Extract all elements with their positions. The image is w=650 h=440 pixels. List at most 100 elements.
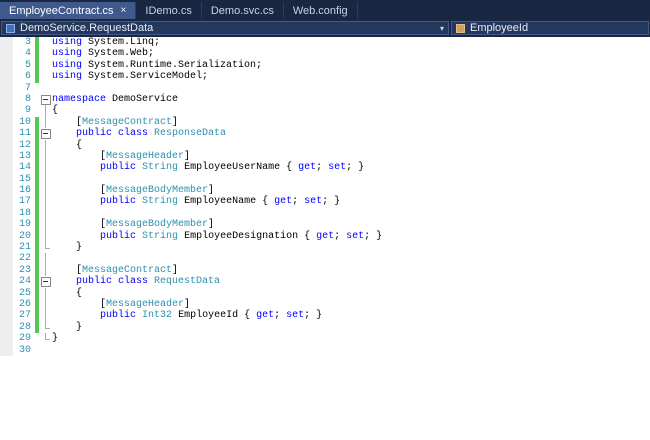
glyph-margin[interactable] (0, 185, 13, 197)
code-text[interactable]: using System.Linq; (52, 37, 650, 48)
glyph-margin[interactable] (0, 82, 13, 94)
glyph-margin[interactable] (0, 48, 13, 60)
code-text[interactable]: [MessageBodyMember] (52, 185, 650, 196)
code-text[interactable] (52, 174, 650, 185)
code-text[interactable]: [MessageHeader] (52, 151, 650, 162)
code-text[interactable]: public Int32 EmployeeId { get; set; } (52, 310, 650, 321)
code-text[interactable]: [MessageBodyMember] (52, 219, 650, 230)
code-text[interactable] (52, 253, 650, 264)
glyph-margin[interactable] (0, 59, 13, 72)
outlining-margin (39, 48, 52, 59)
tab-employeecontract-cs[interactable]: EmployeeContract.cs × (0, 2, 137, 19)
code-line: 17 public String EmployeeName { get; set… (0, 196, 650, 209)
glyph-margin[interactable] (0, 344, 13, 356)
code-text[interactable]: [MessageContract] (52, 117, 650, 128)
glyph-margin[interactable] (0, 207, 13, 220)
glyph-margin[interactable] (0, 298, 13, 311)
glyph-margin[interactable] (0, 105, 13, 117)
tab-web-config[interactable]: Web.config (284, 2, 358, 19)
outlining-margin (39, 116, 52, 129)
property-icon (456, 23, 465, 33)
glyph-margin[interactable] (0, 287, 13, 299)
code-text[interactable] (52, 83, 650, 94)
glyph-margin[interactable] (0, 71, 13, 83)
code-text[interactable] (52, 345, 650, 356)
outlining-margin (39, 230, 52, 243)
glyph-margin[interactable] (0, 242, 13, 254)
glyph-margin[interactable] (0, 37, 13, 49)
chevron-down-icon[interactable]: ▾ (434, 24, 444, 33)
glyph-margin[interactable] (0, 196, 13, 208)
code-text[interactable]: [MessageContract] (52, 265, 650, 276)
outlining-margin (39, 60, 52, 71)
code-line: 21 } (0, 242, 650, 254)
code-line: 30 (0, 344, 650, 356)
code-text[interactable]: public String EmployeeUserName { get; se… (52, 162, 650, 173)
outlining-margin (39, 253, 52, 266)
outlining-margin (39, 105, 52, 118)
code-text[interactable]: using System.ServiceModel; (52, 71, 650, 82)
glyph-margin[interactable] (0, 219, 13, 231)
code-line: 29} (0, 333, 650, 345)
code-editor[interactable]: 3 using System.Linq; 4 using System.Web; 5 us… (0, 37, 650, 440)
code-text[interactable]: using System.Runtime.Serialization; (52, 60, 650, 71)
code-text[interactable]: } (52, 242, 650, 253)
glyph-margin[interactable] (0, 276, 13, 288)
tab-label: Demo.svc.cs (210, 4, 274, 17)
outlining-margin (39, 242, 52, 253)
glyph-margin[interactable] (0, 173, 13, 186)
line-number: 29 (18, 333, 31, 345)
member-dropdown[interactable]: EmployeeId (451, 21, 649, 35)
outlining-margin (39, 310, 52, 323)
collapse-toggle-icon[interactable] (39, 94, 52, 106)
tab-close-icon[interactable]: × (121, 5, 127, 16)
outlining-margin (39, 173, 52, 186)
type-dropdown[interactable]: DemoService.RequestData ▾ (1, 21, 449, 35)
line-number: 5 (24, 59, 31, 71)
code-line: 15 (0, 173, 650, 186)
collapse-toggle-icon[interactable] (39, 276, 52, 288)
glyph-margin[interactable] (0, 230, 13, 243)
glyph-margin[interactable] (0, 93, 13, 106)
glyph-margin[interactable] (0, 116, 13, 129)
line-number: 6 (24, 71, 31, 83)
glyph-margin[interactable] (0, 333, 13, 345)
collapse-toggle-icon[interactable] (39, 128, 52, 140)
line-number: 30 (18, 344, 31, 356)
code-line: 10 [MessageContract] (0, 116, 650, 129)
outlining-margin (39, 207, 52, 220)
code-text[interactable]: public String EmployeeDesignation { get;… (52, 231, 650, 242)
glyph-margin[interactable] (0, 253, 13, 265)
tab-demo-svc-cs[interactable]: Demo.svc.cs (202, 2, 284, 19)
glyph-margin[interactable] (0, 139, 13, 151)
outlining-margin (39, 37, 52, 48)
code-text[interactable]: public class ResponseData (52, 128, 650, 139)
line-number: 26 (18, 298, 31, 310)
code-text[interactable]: public class RequestData (52, 276, 650, 287)
glyph-margin[interactable] (0, 162, 13, 174)
code-text[interactable]: namespace DemoService (52, 94, 650, 105)
code-text[interactable]: } (52, 322, 650, 333)
code-line: 5 using System.Runtime.Serialization; (0, 59, 650, 72)
code-text[interactable]: public String EmployeeName { get; set; } (52, 196, 650, 207)
code-text[interactable]: } (52, 333, 650, 344)
glyph-margin[interactable] (0, 128, 13, 140)
line-number: 14 (18, 162, 31, 174)
code-text[interactable]: [MessageHeader] (52, 299, 650, 310)
glyph-margin[interactable] (0, 264, 13, 277)
glyph-margin[interactable] (0, 150, 13, 163)
line-number: 27 (18, 310, 31, 322)
code-text[interactable]: using System.Web; (52, 48, 650, 59)
tab-idemo-cs[interactable]: IDemo.cs (136, 2, 202, 19)
code-line: 9{ (0, 105, 650, 118)
outlining-margin (39, 298, 52, 311)
navigation-bar: DemoService.RequestData ▾ EmployeeId (0, 19, 650, 37)
code-text[interactable]: { (52, 105, 650, 116)
type-dropdown-value: DemoService.RequestData (20, 22, 154, 34)
tab-bar: EmployeeContract.cs × IDemo.cs Demo.svc.cs W… (0, 0, 650, 19)
code-text[interactable]: { (52, 288, 650, 299)
code-text[interactable] (52, 208, 650, 219)
glyph-margin[interactable] (0, 321, 13, 334)
code-text[interactable]: { (52, 140, 650, 151)
glyph-margin[interactable] (0, 310, 13, 322)
